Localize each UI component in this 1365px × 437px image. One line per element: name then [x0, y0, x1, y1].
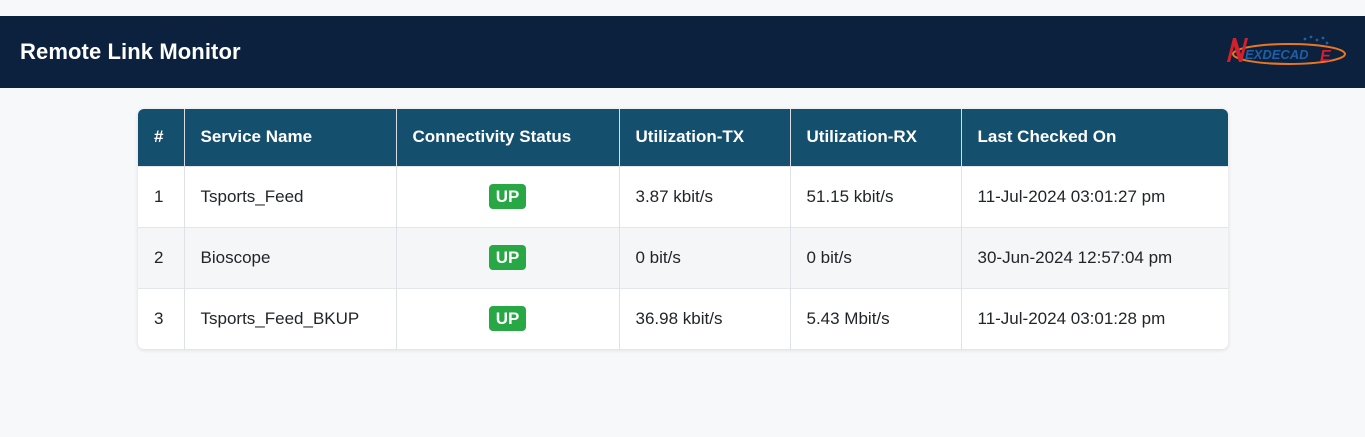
- table-row: 3 Tsports_Feed_BKUP UP 36.98 kbit/s 5.43…: [138, 287, 1228, 349]
- status-badge: UP: [488, 245, 527, 270]
- utilization-tx: 3.87 kbit/s: [619, 165, 791, 227]
- services-table-card: # Service Name Connectivity Status Utili…: [138, 109, 1228, 349]
- page-title: Remote Link Monitor: [20, 39, 241, 64]
- last-checked-on: 11-Jul-2024 03:01:27 pm: [961, 165, 1228, 227]
- row-number: 1: [138, 165, 185, 227]
- table-header-row: # Service Name Connectivity Status Utili…: [138, 109, 1228, 166]
- service-name: Tsports_Feed_BKUP: [184, 287, 397, 349]
- nexdecade-logo-icon: EXDECAD E: [1227, 35, 1346, 65]
- svg-text:E: E: [1320, 48, 1332, 65]
- row-number: 2: [138, 226, 185, 288]
- service-name: Bioscope: [184, 226, 397, 288]
- row-number: 3: [138, 287, 185, 349]
- status-cell: UP: [396, 287, 620, 349]
- utilization-rx: 5.43 Mbit/s: [790, 287, 962, 349]
- table-row: 2 Bioscope UP 0 bit/s 0 bit/s 30-Jun-202…: [138, 226, 1228, 288]
- service-name: Tsports_Feed: [184, 165, 397, 227]
- column-header-connectivity-status: Connectivity Status: [396, 109, 620, 166]
- last-checked-on: 30-Jun-2024 12:57:04 pm: [961, 226, 1228, 288]
- utilization-rx: 51.15 kbit/s: [790, 165, 962, 227]
- utilization-tx: 36.98 kbit/s: [619, 287, 791, 349]
- services-table: # Service Name Connectivity Status Utili…: [138, 109, 1228, 349]
- column-header-service-name: Service Name: [184, 109, 397, 166]
- last-checked-on: 11-Jul-2024 03:01:28 pm: [961, 287, 1228, 349]
- svg-text:EXDECAD: EXDECAD: [1245, 47, 1309, 62]
- top-strip: [0, 0, 1365, 16]
- status-cell: UP: [396, 165, 620, 227]
- status-badge: UP: [488, 306, 527, 332]
- utilization-rx: 0 bit/s: [790, 226, 962, 288]
- table-row: 1 Tsports_Feed UP 3.87 kbit/s 51.15 kbit…: [138, 165, 1228, 227]
- navbar: Remote Link Monitor EXDECAD E: [0, 16, 1365, 88]
- column-header-utilization-tx: Utilization-TX: [619, 109, 791, 166]
- utilization-tx: 0 bit/s: [619, 226, 791, 288]
- column-header-utilization-rx: Utilization-RX: [790, 109, 962, 166]
- nexdecade-logo: EXDECAD E: [1223, 32, 1347, 72]
- column-header-number: #: [138, 109, 185, 166]
- status-badge: UP: [488, 184, 527, 209]
- column-header-last-checked-on: Last Checked On: [961, 109, 1228, 166]
- status-cell: UP: [396, 226, 620, 288]
